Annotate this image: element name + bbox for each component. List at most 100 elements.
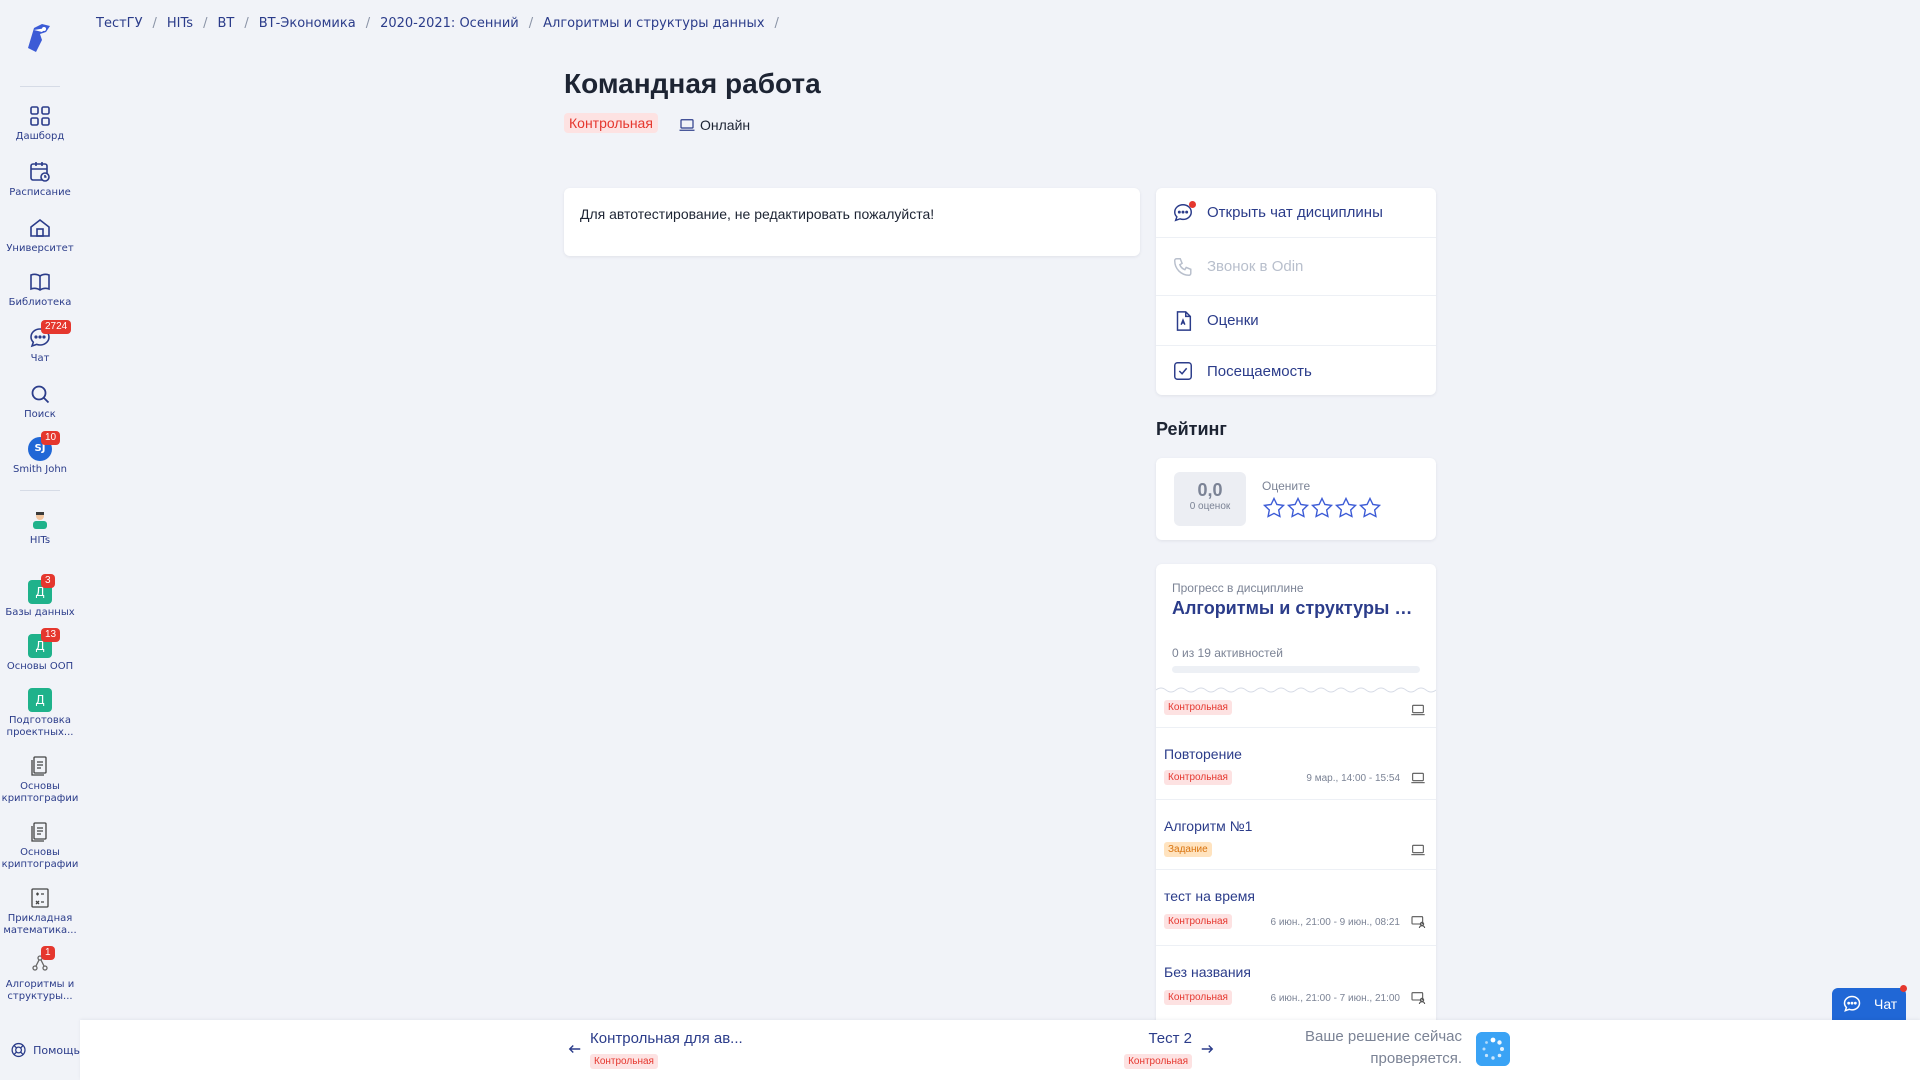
sidebar-course-crypto-2[interactable]: Основы криптографии xyxy=(0,820,80,871)
arrow-left-icon xyxy=(568,1045,581,1053)
sidebar-item-label: Прикладная математика... xyxy=(3,913,77,936)
sidebar-item-label: Поиск xyxy=(24,409,56,420)
sidebar-course-databases[interactable]: Д Базы данных 3 xyxy=(0,574,80,619)
lifebuoy-icon xyxy=(11,1042,26,1058)
breadcrumb-item[interactable]: ВТ-Экономика xyxy=(259,16,356,31)
sidebar-course-applied-math[interactable]: Прикладная математика... xyxy=(0,886,80,937)
sidebar-item-label: Основы криптографии xyxy=(1,781,79,804)
activity-type-badge: Контрольная xyxy=(1164,990,1232,1005)
unread-dot xyxy=(1189,201,1196,208)
activity-item[interactable]: Контрольная xyxy=(1156,694,1436,728)
breadcrumb-item[interactable]: 2020-2021: Осенний xyxy=(380,16,519,31)
course-book-icon xyxy=(31,822,47,842)
sidebar-item-search[interactable]: Поиск xyxy=(0,382,80,421)
sidebar-item-schedule[interactable]: Расписание xyxy=(0,160,80,199)
star-rating-input xyxy=(1262,496,1382,520)
activity-type-badge: Контрольная xyxy=(1164,700,1232,715)
breadcrumb: ТестГУ / HITs / ВТ / ВТ-Экономика / 2020-202… xyxy=(96,16,789,31)
logo-icon[interactable] xyxy=(20,18,60,58)
bottom-navigation-bar: Контрольная для ав... Контрольная Тест 2… xyxy=(80,1020,1920,1080)
activity-name: Алгоритм №1 xyxy=(1164,818,1253,834)
sidebar-item-library[interactable]: Библиотека xyxy=(0,270,80,309)
breadcrumb-separator: / xyxy=(152,16,157,31)
solution-status-line: проверяется. xyxy=(1370,1050,1462,1067)
rating-title: Рейтинг xyxy=(1156,419,1227,439)
rate-prompt: Оцените xyxy=(1262,479,1311,493)
activity-mode: Онлайн xyxy=(678,116,750,134)
breadcrumb-separator: / xyxy=(774,16,779,31)
star-icon[interactable] xyxy=(1334,496,1358,520)
breadcrumb-item[interactable]: Алгоритмы и структуры данных xyxy=(543,16,764,31)
actions-card: Открыть чат дисциплины Звонок в Odin Оце… xyxy=(1156,188,1436,395)
progress-card: Прогресс в дисциплине Алгоритмы и структ… xyxy=(1156,564,1436,1022)
sidebar-item-university[interactable]: Университет xyxy=(0,216,80,255)
notification-badge: 13 xyxy=(41,628,61,642)
sidebar-item-label: Алгоритмы и структуры... xyxy=(5,979,75,1002)
sidebar-item-label: Расписание xyxy=(9,187,71,198)
sidebar-item-label: Основы ООП xyxy=(6,661,74,672)
sidebar-course-crypto-1[interactable]: Основы криптографии xyxy=(0,754,80,805)
call-odin-button[interactable]: Звонок в Odin xyxy=(1156,238,1436,296)
laptop-icon xyxy=(679,119,695,131)
classroom-icon xyxy=(1411,992,1426,1005)
chat-float-button[interactable]: Чат xyxy=(1832,985,1907,1020)
rating-score: 0,0 0 оценок xyxy=(1174,472,1246,526)
activity-item[interactable]: Алгоритм №1 Задание xyxy=(1156,800,1436,870)
attendance-link[interactable]: Посещаемость xyxy=(1156,346,1436,396)
breadcrumb-separator: / xyxy=(244,16,249,31)
breadcrumb-separator: / xyxy=(365,16,371,31)
star-icon[interactable] xyxy=(1286,496,1310,520)
activity-type-badge: Контрольная xyxy=(564,113,658,133)
unread-badge: 2724 xyxy=(41,320,72,334)
sidebar-item-label: Smith John xyxy=(12,464,68,475)
progress-bar xyxy=(1172,666,1420,673)
notification-badge: 10 xyxy=(41,431,61,445)
grades-link[interactable]: Оценки xyxy=(1156,296,1436,346)
sidebar-item-org[interactable]: HITs xyxy=(0,508,80,547)
action-label: Оценки xyxy=(1207,312,1259,329)
sidebar-item-label: Основы криптографии xyxy=(1,847,79,870)
description-text: Для автотестирование, не редактировать п… xyxy=(580,206,935,222)
open-chat-link[interactable]: Открыть чат дисциплины xyxy=(1156,188,1436,238)
rating-count: 0 оценок xyxy=(1189,501,1231,512)
sidebar-item-dashboard[interactable]: Дашборд xyxy=(0,104,80,143)
sidebar-course-project-prep[interactable]: Д Подготовка проектных... xyxy=(0,688,80,739)
laptop-icon xyxy=(1411,704,1425,716)
activity-item[interactable]: Без названия Контрольная 6 июн., 21:00 -… xyxy=(1156,946,1436,1022)
progress-course-link[interactable]: Алгоритмы и структуры данных xyxy=(1172,598,1422,619)
unread-dot xyxy=(1900,985,1907,992)
next-activity-link[interactable]: Тест 2 Контрольная xyxy=(1030,1020,1214,1080)
activity-dates: 9 мар., 14:00 - 15:54 xyxy=(1306,773,1400,784)
org-avatar-icon xyxy=(33,512,47,529)
sidebar-item-chat[interactable]: Чат 2724 xyxy=(0,320,80,365)
chat-button-label: Чат xyxy=(1874,996,1898,1012)
breadcrumb-item[interactable]: ВТ xyxy=(217,16,234,31)
rating-card: 0,0 0 оценок Оцените xyxy=(1156,458,1436,540)
description-card: Для автотестирование, не редактировать п… xyxy=(564,188,1140,256)
laptop-icon xyxy=(1411,844,1425,856)
sidebar-item-label: Университет xyxy=(6,243,74,254)
solution-status-line: Ваше решение сейчас xyxy=(1304,1028,1462,1045)
breadcrumb-item[interactable]: HITs xyxy=(167,16,193,31)
sidebar: Дашборд Расписание Университет Библиотек… xyxy=(0,0,80,1080)
breadcrumb-item[interactable]: ТестГУ xyxy=(96,16,143,31)
sidebar-item-profile[interactable]: SJ Smith John 10 xyxy=(0,431,80,476)
star-icon[interactable] xyxy=(1262,496,1286,520)
activity-item[interactable]: тест на время Контрольная 6 июн., 21:00 … xyxy=(1156,870,1436,946)
sidebar-course-algorithms[interactable]: Алгоритмы и структуры... 1 xyxy=(0,946,80,1003)
help-button[interactable]: Помощь xyxy=(0,1020,80,1080)
sidebar-divider xyxy=(20,86,60,87)
arrow-right-icon xyxy=(1201,1045,1214,1053)
course-math-icon xyxy=(31,888,49,908)
activity-dates: 6 июн., 21:00 - 9 июн., 08:21 xyxy=(1270,917,1400,928)
next-activity-title: Тест 2 xyxy=(1148,1030,1192,1047)
search-icon xyxy=(31,385,50,404)
star-icon[interactable] xyxy=(1310,496,1334,520)
solution-status: Ваше решение сейчас проверяется. xyxy=(1230,1026,1462,1070)
page-title: Командная работа xyxy=(564,68,821,99)
sidebar-course-oop[interactable]: Д Основы ООП 13 xyxy=(0,628,80,673)
classroom-icon xyxy=(1411,916,1426,929)
activity-type-badge: Контрольная xyxy=(590,1054,658,1069)
star-icon[interactable] xyxy=(1358,496,1382,520)
activity-item[interactable]: Повторение Контрольная 9 мар., 14:00 - 1… xyxy=(1156,728,1436,800)
